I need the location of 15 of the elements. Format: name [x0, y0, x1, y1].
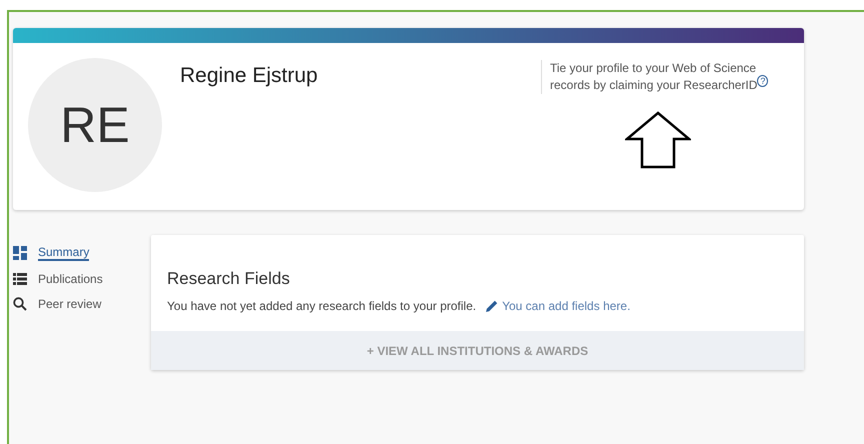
empty-message: You have not yet added any research fields to your profile.: [167, 299, 476, 313]
nav-item[interactable]: Peer review: [13, 297, 151, 311]
profile-name: Regine Ejstrup: [180, 64, 318, 88]
dashboard-icon: [13, 246, 27, 260]
add-fields-link[interactable]: You can add fields here.: [502, 299, 630, 313]
pencil-icon: [485, 299, 500, 313]
nav-item[interactable]: Publications: [13, 272, 151, 286]
avatar: RE: [28, 58, 162, 192]
search-icon: [13, 297, 27, 311]
nav-item[interactable]: Summary: [13, 245, 151, 261]
section-title: Research Fields: [167, 269, 291, 289]
claim-text: Tie your profile to your Web of Science records by claiming your ResearcherID: [550, 61, 758, 92]
list-icon: [13, 273, 27, 285]
up-arrow-icon: [625, 111, 691, 169]
help-icon[interactable]: ?: [757, 75, 768, 87]
